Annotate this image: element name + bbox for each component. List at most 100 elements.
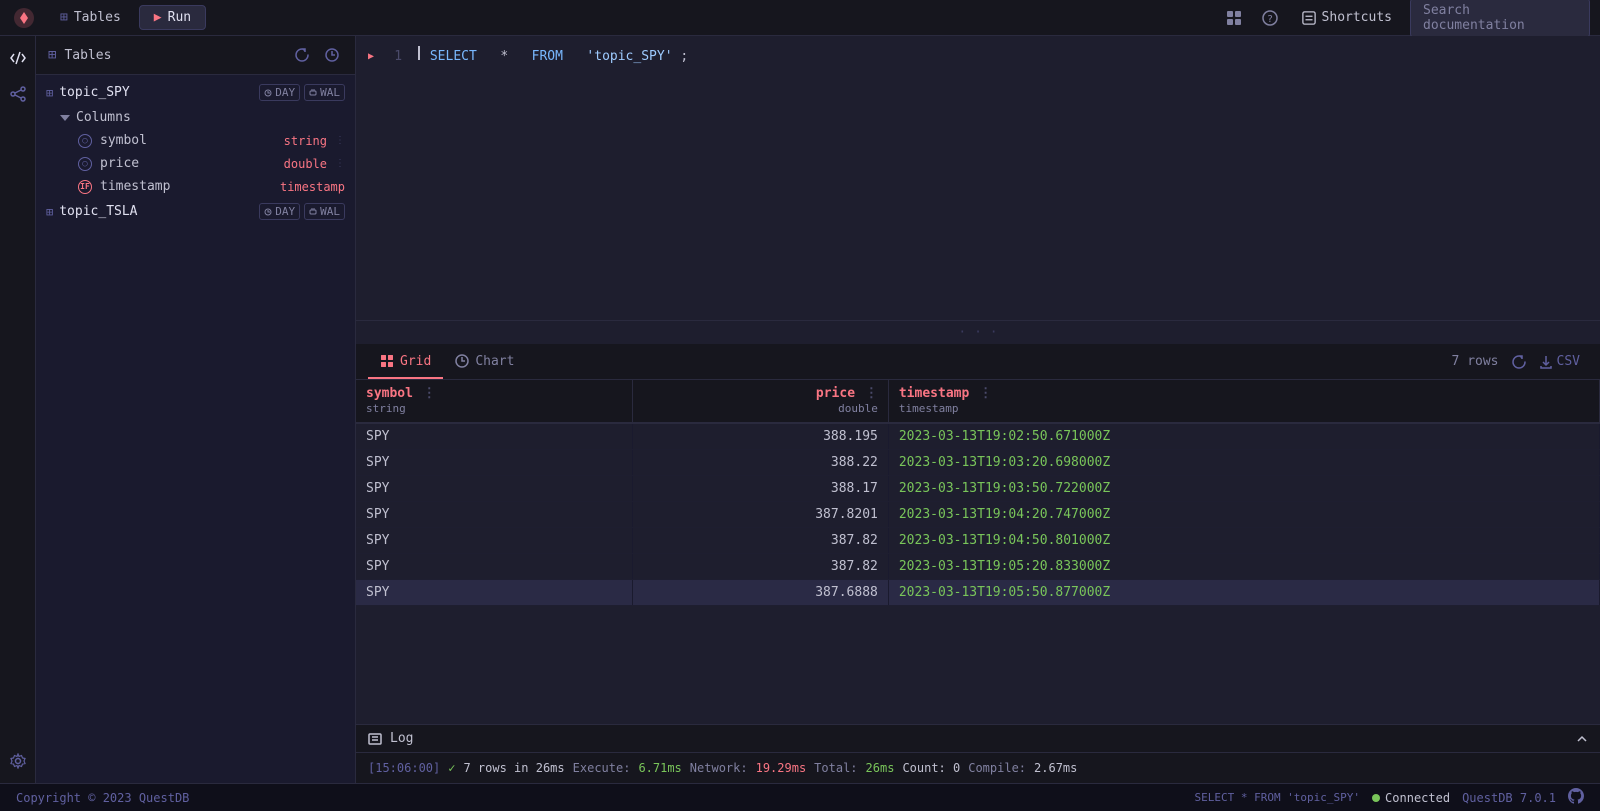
log-network-val: 19.29ms	[756, 761, 807, 775]
search-docs-input[interactable]: Search documentation	[1410, 0, 1590, 38]
cursor-bar	[418, 46, 420, 60]
kw-star: *	[500, 49, 508, 64]
tables-nav-label: Tables	[74, 10, 121, 25]
cell-timestamp: 2023-03-13T19:03:50.722000Z	[888, 476, 1599, 502]
status-bar: Copyright © 2023 QuestDB SELECT * FROM '…	[0, 783, 1600, 811]
editor-resize-handle[interactable]: · · ·	[356, 321, 1600, 344]
col-header-timestamp[interactable]: timestamp ⋮ timestamp	[888, 380, 1599, 423]
log-entry: [15:06:00] ✓ 7 rows in 26ms Execute: 6.7…	[368, 761, 1588, 775]
clock-tables-btn[interactable]	[321, 44, 343, 66]
log-content: [15:06:00] ✓ 7 rows in 26ms Execute: 6.7…	[356, 753, 1600, 783]
bottom-tabs: Grid Chart 7 rows	[356, 344, 1600, 380]
cell-symbol: SPY	[356, 502, 632, 528]
kw-select: SELECT	[430, 49, 477, 64]
table-row[interactable]: SPY 387.6888 2023-03-13T19:05:50.877000Z	[356, 580, 1600, 606]
play-icon: ▶	[154, 10, 162, 25]
code-editor[interactable]: ▶ 1 SELECT * FROM 'topic_SPY' ;	[356, 36, 1600, 321]
column-type-symbol: string	[284, 134, 327, 148]
logo	[10, 4, 38, 32]
shortcuts-button[interactable]: Shortcuts	[1292, 6, 1402, 29]
sidebar-icon-settings[interactable]	[4, 747, 32, 775]
column-row-symbol[interactable]: ○ symbol string ⋮	[36, 129, 355, 152]
tables-panel: ⊞ Tables ⊞ topic_SPY	[36, 36, 356, 783]
cell-symbol: SPY	[356, 476, 632, 502]
table-row[interactable]: SPY 387.82 2023-03-13T19:05:20.833000Z	[356, 554, 1600, 580]
table-name-spy: topic_SPY	[59, 85, 129, 100]
kw-from: FROM	[532, 49, 563, 64]
log-compile-val: 2.67ms	[1034, 761, 1077, 775]
run-button[interactable]: ▶ Run	[139, 5, 206, 30]
table-row[interactable]: SPY 388.195 2023-03-13T19:02:50.671000Z	[356, 423, 1600, 450]
resize-handle-symbol[interactable]: ⋮	[335, 135, 345, 146]
refresh-tables-btn[interactable]	[291, 44, 313, 66]
col-header-symbol[interactable]: symbol ⋮ string	[356, 380, 632, 423]
col-header-price[interactable]: price ⋮ double	[632, 380, 888, 423]
price-type-icon: ○	[78, 157, 92, 171]
resize-handle-price[interactable]: ⋮	[335, 158, 345, 169]
table-row-spy[interactable]: ⊞ topic_SPY DAY WAL	[36, 79, 355, 106]
table-row-tsla[interactable]: ⊞ topic_TSLA DAY WAL	[36, 198, 355, 225]
status-connected: Connected	[1372, 791, 1450, 805]
cell-price: 388.22	[632, 450, 888, 476]
table-row[interactable]: SPY 387.8201 2023-03-13T19:04:20.747000Z	[356, 502, 1600, 528]
cell-price: 387.82	[632, 554, 888, 580]
data-grid[interactable]: symbol ⋮ string price ⋮ double timestamp…	[356, 380, 1600, 724]
cell-symbol: SPY	[356, 450, 632, 476]
tag-wal-spy: WAL	[304, 84, 345, 101]
table-tags-spy: DAY WAL	[259, 84, 345, 101]
tab-grid[interactable]: Grid	[368, 346, 443, 379]
timestamp-type-icon: IF	[78, 180, 92, 194]
log-execute-label: Execute:	[573, 761, 631, 775]
log-count: Count: 0	[902, 761, 960, 775]
log-total-label: Total:	[814, 761, 857, 775]
log-execute-val: 6.71ms	[638, 761, 681, 775]
connected-dot	[1372, 794, 1380, 802]
column-name-symbol: symbol	[100, 133, 276, 148]
sidebar-icon-code[interactable]	[4, 44, 32, 72]
column-row-timestamp[interactable]: IF timestamp timestamp	[36, 175, 355, 198]
column-name-timestamp: timestamp	[100, 179, 272, 194]
log-icon	[368, 732, 382, 746]
table-row[interactable]: SPY 388.17 2023-03-13T19:03:50.722000Z	[356, 476, 1600, 502]
log-title: Log	[390, 731, 1568, 746]
symbol-type-icon: ○	[78, 134, 92, 148]
grid-icon-btn[interactable]	[1220, 4, 1248, 32]
table-row[interactable]: SPY 388.22 2023-03-13T19:03:20.698000Z	[356, 450, 1600, 476]
cell-timestamp: 2023-03-13T19:03:20.698000Z	[888, 450, 1599, 476]
table-row[interactable]: SPY 387.82 2023-03-13T19:04:50.801000Z	[356, 528, 1600, 554]
table-icon: ⊞	[60, 10, 68, 25]
columns-toggle[interactable]: Columns	[36, 106, 355, 129]
csv-label: CSV	[1557, 354, 1580, 369]
results-table: symbol ⋮ string price ⋮ double timestamp…	[356, 380, 1600, 606]
status-version: QuestDB 7.0.1	[1462, 791, 1556, 805]
column-row-price[interactable]: ○ price double ⋮	[36, 152, 355, 175]
log-collapse-icon[interactable]	[1576, 733, 1588, 745]
table-header-icon: ⊞	[48, 47, 56, 63]
sidebar-icon-share[interactable]	[4, 80, 32, 108]
cell-symbol: SPY	[356, 423, 632, 450]
kw-table-name: 'topic_SPY'	[586, 49, 672, 64]
main-layout: ⊞ Tables ⊞ topic_SPY	[0, 36, 1600, 783]
cell-timestamp: 2023-03-13T19:05:20.833000Z	[888, 554, 1599, 580]
code-content: SELECT * FROM 'topic_SPY' ;	[418, 46, 688, 67]
run-indicator: ▶	[368, 49, 374, 64]
log-network-label: Network:	[690, 761, 748, 775]
last-query: SELECT * FROM 'topic_SPY'	[1194, 791, 1360, 804]
log-total-val: 26ms	[866, 761, 895, 775]
column-type-price: double	[284, 157, 327, 171]
tables-content: ⊞ topic_SPY DAY WAL Columns	[36, 75, 355, 783]
run-label: Run	[168, 10, 191, 25]
table-name-tsla: topic_TSLA	[59, 204, 137, 219]
csv-export-btn[interactable]: CSV	[1531, 352, 1588, 371]
tables-nav-item[interactable]: ⊞ Tables	[50, 6, 131, 29]
tab-chart[interactable]: Chart	[443, 346, 526, 379]
search-docs-placeholder: Search documentation	[1423, 3, 1525, 33]
log-header[interactable]: Log	[356, 725, 1600, 753]
cell-price: 387.8201	[632, 502, 888, 528]
help-icon-btn[interactable]: ?	[1256, 4, 1284, 32]
tables-panel-title: Tables	[64, 48, 283, 63]
bottom-panel: Grid Chart 7 rows	[356, 344, 1600, 724]
github-icon[interactable]	[1568, 788, 1584, 807]
refresh-results-btn[interactable]	[1507, 350, 1531, 374]
tag-day-tsla: DAY	[259, 203, 300, 220]
